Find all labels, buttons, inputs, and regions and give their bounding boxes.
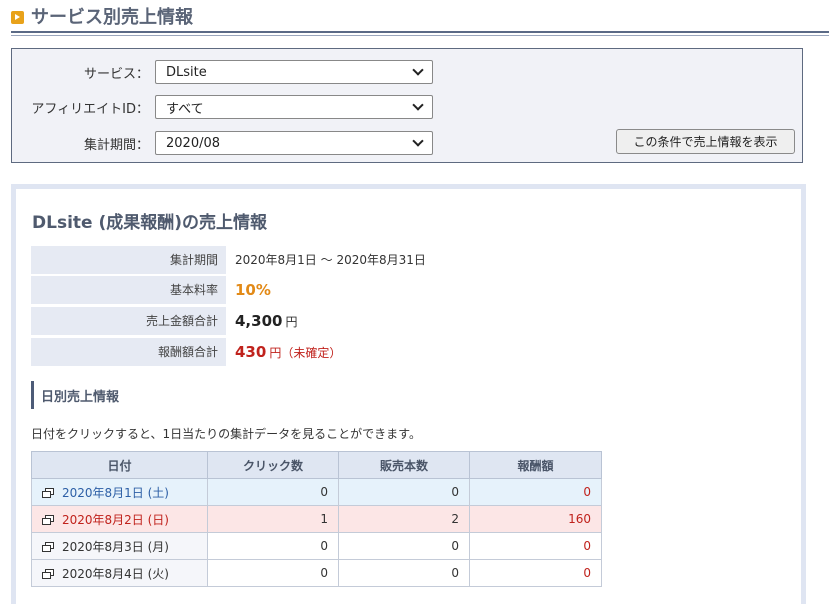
column-header-date: 日付	[31, 451, 208, 479]
column-header-reward: 報酬額	[469, 451, 602, 479]
show-sales-button[interactable]: この条件で売上情報を表示	[616, 129, 795, 154]
chevron-down-icon	[412, 135, 424, 147]
table-row: 2020年8月2日 (日) 1 2 160	[31, 505, 602, 533]
service-row: サービス： DLsite	[12, 60, 433, 84]
page-title-text: サービス別売上情報	[31, 7, 193, 28]
sales-cell: 0	[338, 559, 470, 587]
summary-reward-value: 430 円（未確定）	[226, 338, 341, 366]
clicks-cell: 0	[207, 478, 339, 506]
service-label: サービス：	[83, 66, 149, 82]
summary-sales-value: 4,300 円	[226, 307, 297, 335]
reward-cell: 0	[469, 478, 602, 506]
sales-cell: 0	[338, 532, 470, 560]
daily-sales-heading: 日別売上情報	[31, 381, 119, 409]
summary-period-value: 2020年8月1日 〜 2020年8月31日	[235, 253, 426, 267]
column-header-clicks: クリック数	[207, 451, 339, 479]
summary-sales-row: 売上金額合計 4,300 円	[31, 307, 431, 335]
service-select-value: DLsite	[166, 64, 207, 80]
sales-amount: 4,300	[235, 312, 283, 330]
summary-period-label: 集計期間	[31, 246, 226, 274]
result-panel: DLsite (成果報酬)の売上情報 集計期間 2020年8月1日 〜 2020…	[11, 184, 806, 604]
date-link[interactable]: 2020年8月2日 (日)	[62, 511, 169, 528]
date-link[interactable]: 2020年8月1日 (土)	[62, 484, 169, 501]
date-link[interactable]: 2020年8月4日 (火)	[62, 565, 169, 582]
column-header-sales: 販売本数	[338, 451, 470, 479]
page-title: サービス別売上情報	[11, 3, 193, 29]
reward-cell: 0	[469, 532, 602, 560]
table-row: 2020年8月4日 (火) 0 0 0	[31, 559, 602, 587]
date-link[interactable]: 2020年8月3日 (月)	[62, 538, 169, 555]
summary-period-row: 集計期間 2020年8月1日 〜 2020年8月31日	[31, 246, 431, 274]
summary-rate-label: 基本料率	[31, 276, 226, 304]
affiliate-row: アフィリエイトID： すべて	[12, 95, 433, 119]
summary-reward-label: 報酬額合計	[31, 338, 226, 366]
play-icon	[11, 11, 24, 24]
chevron-down-icon	[412, 99, 424, 111]
affiliate-select[interactable]: すべて	[155, 95, 433, 119]
date-cell: 2020年8月2日 (日)	[31, 505, 208, 533]
summary-reward-row: 報酬額合計 430 円（未確定）	[31, 338, 431, 366]
result-content: DLsite (成果報酬)の売上情報 集計期間 2020年8月1日 〜 2020…	[16, 189, 801, 604]
date-cell: 2020年8月3日 (月)	[31, 532, 208, 560]
daily-sales-table: 日付 クリック数 販売本数 報酬額 2020年8月1日 (土) 0 0 0 20…	[31, 451, 602, 587]
summary-rate-value: 10%	[226, 276, 271, 304]
filter-panel: サービス： DLsite アフィリエイトID： すべて 集計期間： 2020/0…	[11, 48, 803, 163]
clicks-cell: 0	[207, 532, 339, 560]
rate-value: 10%	[235, 281, 271, 299]
result-heading: DLsite (成果報酬)の売上情報	[32, 213, 268, 233]
service-select[interactable]: DLsite	[155, 60, 433, 84]
reward-amount: 430	[235, 343, 267, 361]
date-cell: 2020年8月1日 (土)	[31, 478, 208, 506]
affiliate-select-value: すべて	[166, 101, 204, 117]
title-divider-thin	[11, 35, 829, 36]
period-select-value: 2020/08	[166, 135, 221, 151]
table-header-row: 日付 クリック数 販売本数 報酬額	[31, 451, 602, 479]
period-select[interactable]: 2020/08	[155, 131, 433, 155]
reward-cell: 0	[469, 559, 602, 587]
new-window-icon	[42, 568, 54, 579]
reward-unit: 円（未確定）	[269, 346, 342, 360]
summary-sales-label: 売上金額合計	[31, 307, 226, 335]
sales-cell: 2	[338, 505, 470, 533]
daily-sales-note: 日付をクリックすると、1日当たりの集計データを見ることができます。	[31, 427, 421, 441]
chevron-down-icon	[412, 64, 424, 76]
summary-rate-row: 基本料率 10%	[31, 276, 431, 304]
period-row: 集計期間： 2020/08	[12, 131, 433, 155]
sales-cell: 0	[338, 478, 470, 506]
date-cell: 2020年8月4日 (火)	[31, 559, 208, 587]
table-row: 2020年8月3日 (月) 0 0 0	[31, 532, 602, 560]
title-divider	[11, 31, 829, 33]
new-window-icon	[42, 514, 54, 525]
reward-cell: 160	[469, 505, 602, 533]
new-window-icon	[42, 541, 54, 552]
affiliate-label: アフィリエイトID：	[31, 101, 149, 117]
sales-unit: 円	[285, 315, 298, 329]
clicks-cell: 0	[207, 559, 339, 587]
table-row: 2020年8月1日 (土) 0 0 0	[31, 478, 602, 506]
period-label: 集計期間：	[83, 137, 149, 153]
clicks-cell: 1	[207, 505, 339, 533]
new-window-icon	[42, 487, 54, 498]
